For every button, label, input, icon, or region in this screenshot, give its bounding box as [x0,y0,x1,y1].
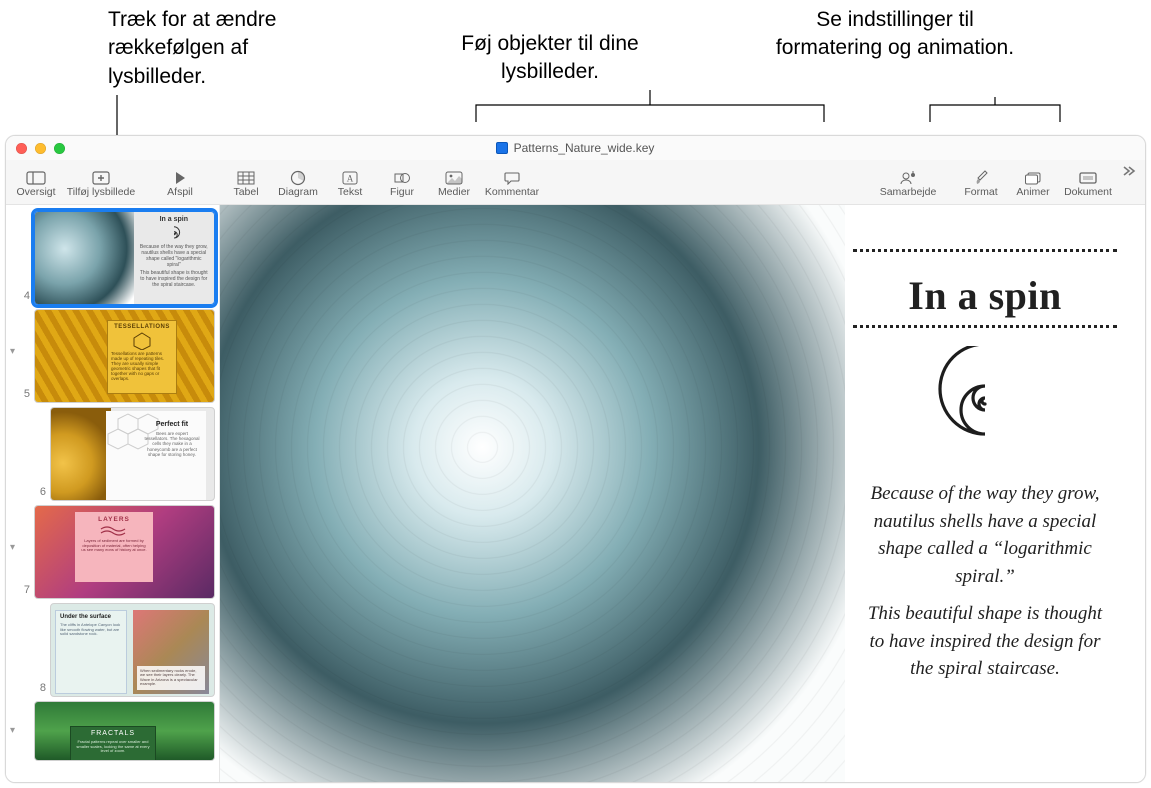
slide-number: 6 [26,486,50,501]
disclosure-icon[interactable]: ▾ [10,346,15,357]
close-window-button[interactable] [16,143,27,154]
comment-label: Kommentar [485,186,539,198]
current-slide: In a spin Because of the way they grow, … [220,205,1145,782]
slide-number: 8 [26,682,50,697]
slide-thumb-5[interactable]: ▾ 5 TESSELLATIONS Tessellations are patt… [6,307,219,405]
play-label: Afspil [167,186,193,198]
divider-dots [853,249,1117,252]
slide-thumb-9[interactable]: ▾ FRACTALS Fractal patterns repeat over … [6,699,219,763]
slide-thumb-6[interactable]: 6 Perfect fit Bees are expert tessellato… [6,405,219,503]
thumbnail-title: TESSELLATIONS [111,324,173,330]
animate-label: Animer [1016,186,1049,198]
shape-icon [392,170,412,186]
comment-button[interactable]: Kommentar [480,164,544,204]
media-label: Medier [438,186,470,198]
chart-icon [288,170,308,186]
chart-label: Diagram [278,186,318,198]
slide-paragraph-2[interactable]: This beautiful shape is thought to have … [859,600,1111,683]
document-label: Dokument [1064,186,1112,198]
shape-button[interactable]: Figur [376,164,428,204]
slide-thumbnail[interactable]: Perfect fit Bees are expert tessellators… [50,407,215,501]
slide-navigator[interactable]: 4 In a spin Because of the way they grow… [6,205,220,782]
slide-thumbnail[interactable]: Under the surface The cliffs in Antelope… [50,603,215,697]
slide-number [10,758,34,761]
table-button[interactable]: Tabel [220,164,272,204]
slide-thumb-7[interactable]: ▾ 7 LAYERS Layers of sediment are formed… [6,503,219,601]
collaborate-icon [898,170,918,186]
format-label: Format [964,186,997,198]
play-icon [170,170,190,186]
play-button[interactable]: Afspil [154,164,206,204]
view-button[interactable]: Oversigt [10,164,62,204]
plus-icon [91,170,111,186]
divider-dots [853,325,1117,328]
toolbar-overflow-button[interactable] [1117,164,1141,178]
sidebar-icon [26,170,46,186]
window-controls[interactable] [16,143,65,154]
comment-icon [502,170,522,186]
thumbnail-title: Perfect fit [144,421,200,428]
slide-title[interactable]: In a spin [853,266,1117,321]
table-label: Tabel [233,186,258,198]
document-button[interactable]: Dokument [1059,164,1117,204]
collaborate-button[interactable]: Samarbejde [875,164,941,204]
brush-icon [971,170,991,186]
animate-button[interactable]: Animer [1007,164,1059,204]
disclosure-icon[interactable]: ▾ [10,542,15,553]
annotation-objects: Føj objekter til dine lysbilleder. [420,30,680,87]
zoom-window-button[interactable] [54,143,65,154]
titlebar: Patterns_Nature_wide.key [6,136,1145,160]
slide-text-block: In a spin Because of the way they grow, … [845,205,1145,782]
slide-thumb-8[interactable]: 8 Under the surface The cliffs in Antelo… [6,601,219,699]
collaborate-label: Samarbejde [880,186,937,198]
svg-text:A: A [347,174,354,184]
slide-thumb-4[interactable]: 4 In a spin Because of the way they grow… [6,209,219,307]
annotation-reorder: Træk for at ændre rækkefølgen af lysbill… [108,6,338,91]
shape-label: Figur [390,186,414,198]
thumbnail-image [35,212,134,304]
workspace: 4 In a spin Because of the way they grow… [6,205,1145,782]
slide-number: 5 [10,388,34,403]
annotation-inspector: Se indstillinger til formatering og anim… [770,6,1020,63]
chart-button[interactable]: Diagram [272,164,324,204]
slide-thumbnail[interactable]: FRACTALS Fractal patterns repeat over sm… [34,701,215,761]
text-button[interactable]: A Tekst [324,164,376,204]
thumbnail-title: FRACTALS [71,727,155,737]
disclosure-icon[interactable]: ▾ [10,725,15,736]
add-slide-label: Tilføj lysbillede [67,186,135,198]
slide-thumbnail[interactable]: In a spin Because of the way they grow, … [34,211,215,305]
document-settings-icon [1078,170,1098,186]
media-icon [444,170,464,186]
text-label: Tekst [338,186,363,198]
document-icon [496,142,508,154]
slide-number: 7 [10,584,34,599]
format-button[interactable]: Format [955,164,1007,204]
animate-icon [1023,170,1043,186]
view-label: Oversigt [16,186,55,198]
slide-thumbnail[interactable]: TESSELLATIONS Tessellations are patterns… [34,309,215,403]
slide-canvas[interactable]: In a spin Because of the way they grow, … [220,205,1145,782]
keynote-window: Patterns_Nature_wide.key Oversigt Tilføj… [5,135,1146,783]
thumbnail-title: LAYERS [75,512,153,523]
slide-image-nautilus [220,205,845,782]
toolbar: Oversigt Tilføj lysbillede Afspil Tabel [6,160,1145,205]
slide-paragraph-1[interactable]: Because of the way they grow, nautilus s… [859,480,1111,590]
media-button[interactable]: Medier [428,164,480,204]
table-icon [236,170,256,186]
minimize-window-button[interactable] [35,143,46,154]
slide-number: 4 [10,290,34,305]
thumbnail-title: In a spin [139,216,209,223]
slide-thumbnail[interactable]: LAYERS Layers of sediment are formed by … [34,505,215,599]
text-icon: A [340,170,360,186]
add-slide-button[interactable]: Tilføj lysbillede [62,164,140,204]
document-title: Patterns_Nature_wide.key [514,141,655,155]
spiral-graphic [925,346,1045,456]
